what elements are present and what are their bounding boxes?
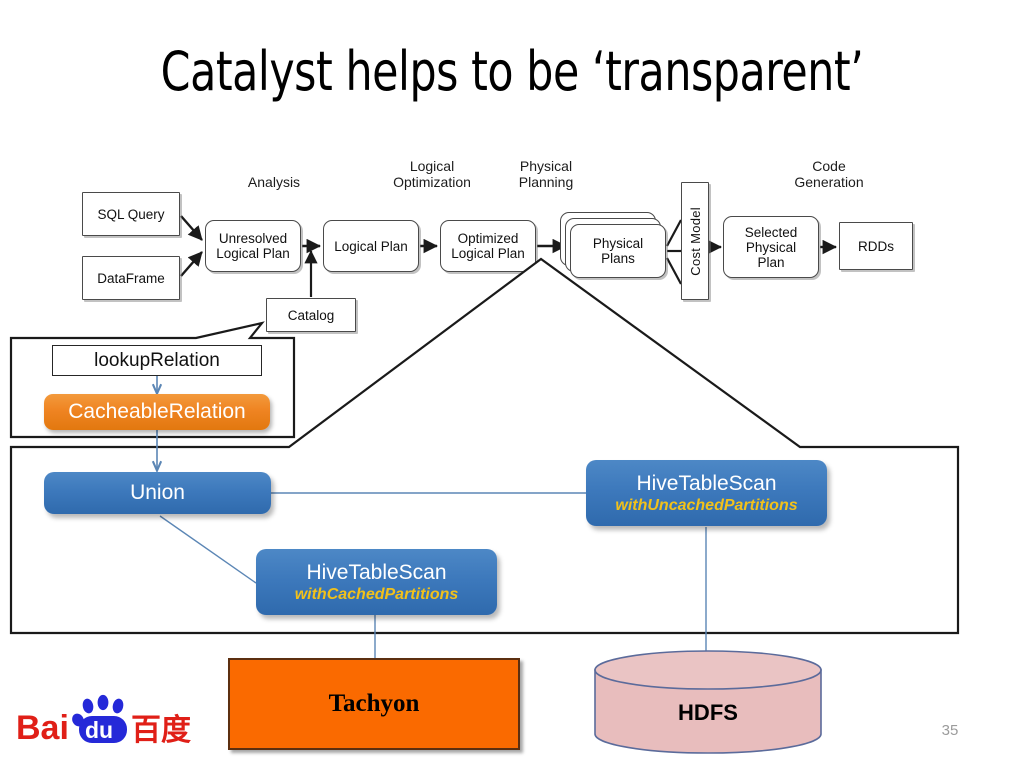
node-hdfs: HDFS [592, 650, 824, 755]
baidu-text-du: du [85, 717, 113, 743]
node-tachyon: Tachyon [228, 658, 520, 750]
baidu-logo: Bai du 百度 [14, 694, 194, 756]
pipeline-box-sql-query: SQL Query [82, 192, 180, 236]
pipeline-box-physical-plans: Physical Plans [570, 224, 666, 278]
callout-overlay [0, 0, 1024, 768]
page-number: 35 [941, 722, 959, 739]
node-hive-table-scan-uncached: HiveTableScan withUncachedPartitions [586, 460, 827, 526]
pipeline-box-optimized-logical-plan: Optimized Logical Plan [440, 220, 536, 272]
node-hive-table-scan-cached-title: HiveTableScan [306, 560, 447, 584]
node-lookup-relation-label: lookupRelation [94, 349, 220, 371]
node-hive-table-scan-cached: HiveTableScan withCachedPartitions [256, 549, 497, 615]
slide-canvas: Catalyst helps to be ‘transparent’ Analy… [0, 0, 1024, 768]
catalyst-pipeline-diagram: Analysis Logical Optimization Physical Pla… [0, 150, 1024, 335]
node-cacheable-relation: CacheableRelation [44, 394, 270, 430]
node-hdfs-label: HDFS [678, 700, 738, 725]
node-union: Union [44, 472, 271, 514]
connector-union-to-cached-scan [159, 515, 257, 584]
pipeline-box-logical-plan: Logical Plan [323, 220, 419, 272]
pipeline-box-unresolved-logical-plan: Unresolved Logical Plan [205, 220, 301, 272]
pipeline-stage-label-physical-planning: Physical Planning [518, 158, 574, 190]
baidu-text-cjk: 百度 [131, 713, 191, 748]
pipeline-stage-label-code-generation: Code Generation [794, 158, 864, 190]
pipeline-box-cost-model: Cost Model [681, 182, 709, 300]
page-title: Catalyst helps to be ‘transparent’ [160, 40, 864, 103]
pipeline-box-selected-physical-plan: Selected Physical Plan [723, 216, 819, 278]
baidu-text-latin: Bai [16, 709, 69, 747]
node-union-label: Union [130, 481, 185, 504]
pipeline-stage-label-analysis: Analysis [247, 174, 301, 190]
pipeline-box-rdds: RDDs [839, 222, 913, 270]
pipeline-box-dataframe: DataFrame [82, 256, 180, 300]
node-cacheable-relation-label: CacheableRelation [68, 400, 246, 423]
node-hive-table-scan-cached-subtitle: withCachedPartitions [294, 585, 459, 603]
pipeline-box-catalog: Catalog [266, 298, 356, 332]
node-lookup-relation: lookupRelation [52, 345, 262, 376]
node-hive-table-scan-uncached-title: HiveTableScan [636, 471, 777, 495]
node-tachyon-label: Tachyon [328, 690, 420, 717]
node-hive-table-scan-uncached-subtitle: withUncachedPartitions [615, 496, 798, 514]
pipeline-stage-label-logical-optimization: Logical Optimization [393, 158, 471, 190]
cost-model-label: Cost Model [687, 206, 703, 276]
